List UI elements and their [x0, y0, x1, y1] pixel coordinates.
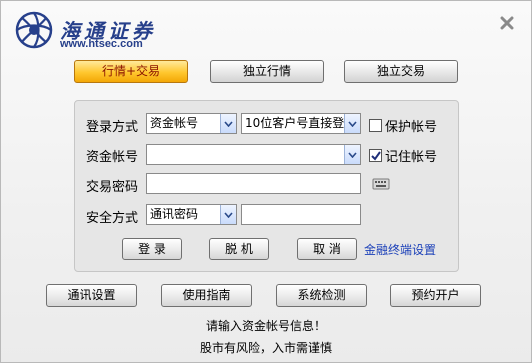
login-method-label: 登录方式 — [86, 119, 139, 134]
login-window: 海通证券 www.htsec.com 行情+交易 独立行情 独立交易 登录方式 … — [0, 0, 532, 363]
security-method-label: 安全方式 — [86, 210, 139, 225]
chevron-down-icon[interactable] — [344, 145, 360, 164]
account-label: 资金帐号 — [86, 149, 139, 164]
logo-emblem-icon — [15, 11, 53, 49]
risk-warning: 股市有风险，入市需谨慎 — [199, 341, 332, 355]
chevron-down-icon[interactable] — [344, 114, 360, 133]
trade-password-input[interactable] — [150, 174, 360, 192]
account-hint-select[interactable]: 10位客户号直接登 — [241, 113, 361, 134]
chevron-down-icon[interactable] — [220, 114, 236, 133]
security-code-input[interactable] — [245, 205, 360, 223]
open-account-button[interactable]: 预约开户 — [390, 284, 481, 307]
cancel-button[interactable]: 取 消 — [297, 238, 357, 260]
account-type-select[interactable]: 资金帐号 — [146, 113, 237, 134]
checkbox-box[interactable] — [369, 119, 382, 132]
security-type-select[interactable]: 通讯密码 — [146, 204, 237, 225]
account-hint-value: 10位客户号直接登 — [245, 116, 345, 130]
checkbox-box[interactable] — [369, 149, 382, 162]
offline-button[interactable]: 脱 机 — [209, 238, 269, 260]
protect-account-label: 保护帐号 — [385, 119, 438, 134]
security-code-field[interactable] — [241, 204, 361, 225]
remember-account-label: 记住帐号 — [385, 149, 438, 164]
status-prompt: 请输入资金帐号信息！ — [205, 319, 326, 333]
system-check-button[interactable]: 系统检测 — [276, 284, 367, 307]
close-icon — [500, 16, 514, 30]
user-guide-button[interactable]: 使用指南 — [161, 284, 252, 307]
brand-url: www.htsec.com — [60, 38, 143, 50]
remember-account-checkbox[interactable]: 记住帐号 — [369, 146, 437, 165]
account-number-field[interactable] — [146, 144, 361, 165]
trade-password-field[interactable] — [146, 173, 361, 194]
login-panel: 登录方式 资金帐号 10位客户号直接登 保护帐号 资金帐号 记住帐号 交易密码 … — [74, 100, 459, 272]
chevron-down-icon[interactable] — [220, 205, 236, 224]
protect-account-checkbox[interactable]: 保护帐号 — [369, 116, 437, 135]
soft-keyboard-icon[interactable] — [372, 175, 390, 193]
network-settings-button[interactable]: 通讯设置 — [46, 284, 137, 307]
mode-trade-only-button[interactable]: 独立交易 — [344, 60, 458, 83]
terminal-settings-link[interactable]: 金融终端设置 — [364, 241, 436, 258]
checkmark-icon — [370, 150, 381, 161]
mode-quotes-trade-button[interactable]: 行情+交易 — [74, 60, 188, 83]
close-button[interactable] — [497, 13, 517, 33]
login-button[interactable]: 登 录 — [122, 238, 182, 260]
trade-password-label: 交易密码 — [86, 179, 139, 194]
mode-quotes-only-button[interactable]: 独立行情 — [210, 60, 324, 83]
brand-logo: 海通证券 www.htsec.com — [15, 11, 205, 51]
